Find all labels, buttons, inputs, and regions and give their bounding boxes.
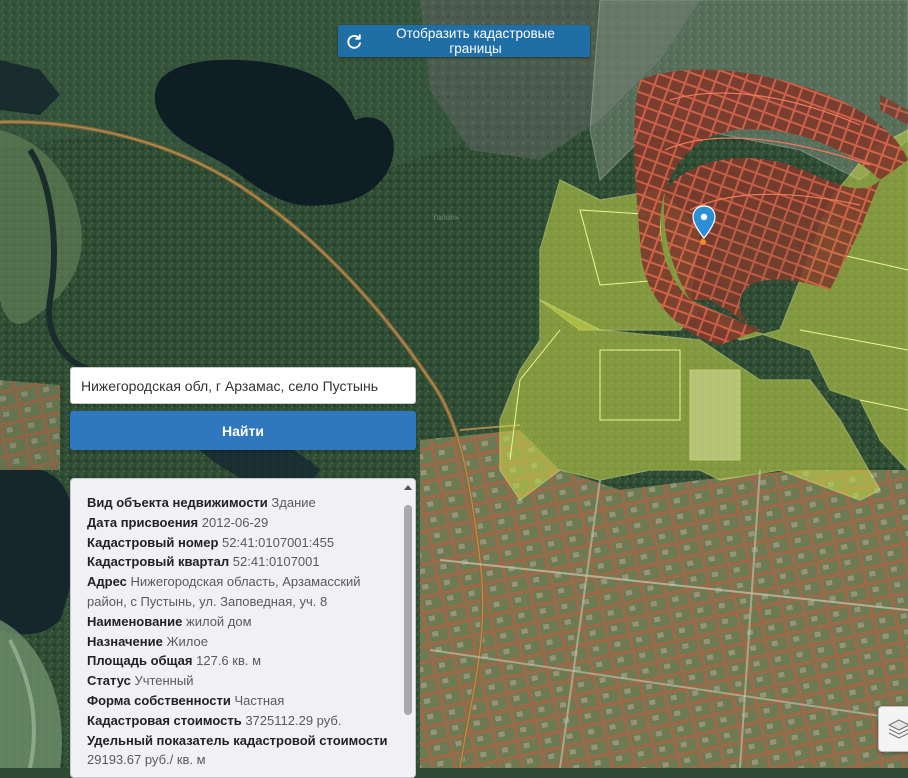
property-field-row: Удельный показатель кадастровой стоимост… xyxy=(87,731,391,771)
info-panel-scrollbar[interactable] xyxy=(403,483,413,777)
property-field-value: жилой дом xyxy=(186,613,252,629)
property-field-row: Вид объекта недвижимости Здание xyxy=(87,493,391,513)
property-info-panel: Вид объекта недвижимости Здание Дата прис… xyxy=(70,478,416,778)
property-field-label: Статус xyxy=(87,673,131,689)
property-field-value: Учтенный xyxy=(134,673,194,689)
layers-icon xyxy=(888,719,908,739)
property-field-label: Дата присвоения xyxy=(87,514,199,530)
property-field-value: Частная xyxy=(234,692,285,708)
property-field-row: Статус Учтенный xyxy=(87,671,391,691)
property-field-value: 52:41:0107001 xyxy=(232,554,320,570)
property-field-row: Назначение Жилое xyxy=(87,632,391,652)
property-field-value: 52:41:0107001:455 xyxy=(222,534,335,550)
property-field-label: Назначение xyxy=(87,633,163,649)
property-field-label: Кадастровый квартал xyxy=(87,554,230,570)
property-field-row: Площадь общая 127.6 кв. м xyxy=(87,651,391,671)
show-cadastral-borders-label: Отобразить кадастровые границы xyxy=(396,26,555,56)
map-watermark: Yandex xyxy=(432,213,459,222)
property-field-label: Площадь общая xyxy=(87,653,193,669)
property-field-value: Нижегородская область, Арзамасский район… xyxy=(87,574,361,609)
scroll-up-arrow-icon[interactable] xyxy=(404,485,412,490)
property-field-row: Кадастровая стоимость 3725112.29 руб. xyxy=(87,711,391,731)
property-field-row: Наименование жилой дом xyxy=(87,612,391,632)
find-button[interactable]: Найти xyxy=(70,411,416,450)
property-field-label: Кадастровый номер xyxy=(87,534,219,550)
scrollbar-thumb[interactable] xyxy=(404,505,412,715)
property-field-label: Вид объекта недвижимости xyxy=(87,495,268,510)
show-cadastral-borders-button[interactable]: Отобразить кадастровые границы xyxy=(338,25,590,57)
property-field-row: Кадастровый номер 52:41:0107001:455 xyxy=(87,533,391,553)
property-field-value: 127.6 кв. м xyxy=(196,653,262,669)
property-field-value: 29193.67 руб./ кв. м xyxy=(87,752,206,768)
property-field-row: Адрес Нижегородская область, Арзамасский… xyxy=(87,572,391,612)
property-field-row: Дата присвоения 2012-06-29 xyxy=(87,513,391,533)
property-field-label: Наименование xyxy=(87,613,183,629)
property-field-label: Адрес xyxy=(87,574,127,590)
property-field-value: Жилое xyxy=(166,633,208,649)
map-layers-button[interactable] xyxy=(878,706,908,752)
property-field-row: Форма собственности Частная xyxy=(87,691,391,711)
address-search-input[interactable] xyxy=(70,367,416,404)
property-field-label: Удельный показатель кадастровой стоимост… xyxy=(87,732,388,748)
property-field-value: 3725112.29 руб. xyxy=(245,712,342,728)
property-field-value: 2012-06-29 xyxy=(201,514,269,530)
property-field-value: Здание xyxy=(271,495,316,510)
property-info-list: Вид объекта недвижимости Здание Дата прис… xyxy=(87,493,391,770)
property-field-label: Форма собственности xyxy=(87,692,231,708)
property-field-label: Кадастровая стоимость xyxy=(87,712,242,728)
property-field-row: Кадастровый квартал 52:41:0107001 xyxy=(87,552,391,572)
refresh-icon xyxy=(347,33,361,49)
